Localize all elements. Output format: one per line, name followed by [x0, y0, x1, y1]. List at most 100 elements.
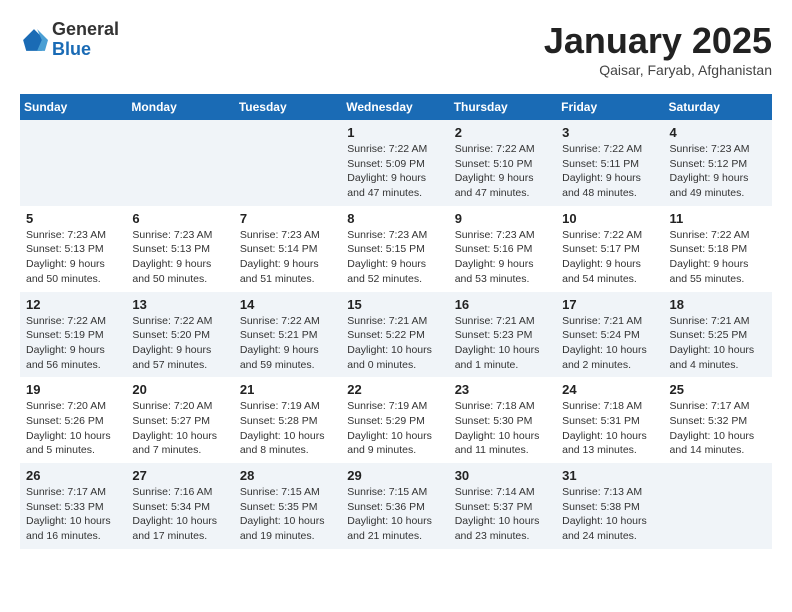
calendar-cell: 15 Sunrise: 7:21 AM Sunset: 5:22 PM Dayli…: [342, 292, 449, 378]
calendar-cell: 28 Sunrise: 7:15 AM Sunset: 5:35 PM Dayli…: [235, 463, 342, 549]
calendar-cell: [665, 463, 772, 549]
calendar-cell: 16 Sunrise: 7:21 AM Sunset: 5:23 PM Dayli…: [450, 292, 557, 378]
calendar-cell: 19Sunrise: 7:20 AM Sunset: 5:26 PM Dayli…: [20, 377, 127, 463]
day-info: Sunrise: 7:22 AM Sunset: 5:17 PM Dayligh…: [562, 228, 659, 287]
day-number: 21: [240, 382, 337, 397]
calendar-table: SundayMondayTuesdayWednesdayThursdayFrid…: [20, 94, 772, 549]
day-info: Sunrise: 7:22 AM Sunset: 5:18 PM Dayligh…: [670, 228, 767, 287]
calendar-cell: 23 Sunrise: 7:18 AM Sunset: 5:30 PM Dayli…: [450, 377, 557, 463]
weekday-header-sunday: Sunday: [20, 94, 127, 120]
logo: General Blue: [20, 20, 119, 60]
day-info: Sunrise: 7:23 AM Sunset: 5:13 PM Dayligh…: [132, 228, 229, 287]
day-info: Sunrise: 7:19 AM Sunset: 5:29 PM Dayligh…: [347, 399, 444, 458]
calendar-cell: 7Sunrise: 7:23 AM Sunset: 5:14 PM Daylig…: [235, 206, 342, 292]
weekday-header-wednesday: Wednesday: [342, 94, 449, 120]
page-header: General Blue January 2025 Qaisar, Faryab…: [20, 20, 772, 78]
calendar-cell: 27Sunrise: 7:16 AM Sunset: 5:34 PM Dayli…: [127, 463, 234, 549]
calendar-cell: 14 Sunrise: 7:22 AM Sunset: 5:21 PM Dayli…: [235, 292, 342, 378]
weekday-header-friday: Friday: [557, 94, 664, 120]
calendar-cell: [235, 120, 342, 206]
day-number: 6: [132, 211, 229, 226]
day-info: Sunrise: 7:22 AM Sunset: 5:19 PM Dayligh…: [26, 314, 122, 373]
day-number: 9: [455, 211, 552, 226]
day-number: 14: [240, 297, 337, 312]
weekday-header-thursday: Thursday: [450, 94, 557, 120]
calendar-cell: 20 Sunrise: 7:20 AM Sunset: 5:27 PM Dayli…: [127, 377, 234, 463]
calendar-cell: 2 Sunrise: 7:22 AM Sunset: 5:10 PM Daylig…: [450, 120, 557, 206]
day-info: Sunrise: 7:19 AM Sunset: 5:28 PM Dayligh…: [240, 399, 337, 458]
day-number: 28: [240, 468, 337, 483]
calendar-cell: 25 Sunrise: 7:17 AM Sunset: 5:32 PM Dayli…: [665, 377, 772, 463]
day-info: Sunrise: 7:21 AM Sunset: 5:25 PM Dayligh…: [670, 314, 767, 373]
calendar-cell: 9 Sunrise: 7:23 AM Sunset: 5:16 PM Daylig…: [450, 206, 557, 292]
day-info: Sunrise: 7:21 AM Sunset: 5:23 PM Dayligh…: [455, 314, 552, 373]
day-info: Sunrise: 7:23 AM Sunset: 5:13 PM Dayligh…: [26, 228, 122, 287]
day-info: Sunrise: 7:20 AM Sunset: 5:27 PM Dayligh…: [132, 399, 229, 458]
day-info: Sunrise: 7:20 AM Sunset: 5:26 PM Dayligh…: [26, 399, 122, 458]
day-number: 15: [347, 297, 444, 312]
calendar-cell: 18Sunrise: 7:21 AM Sunset: 5:25 PM Dayli…: [665, 292, 772, 378]
day-number: 29: [347, 468, 444, 483]
day-number: 16: [455, 297, 552, 312]
day-info: Sunrise: 7:22 AM Sunset: 5:20 PM Dayligh…: [132, 314, 229, 373]
calendar-cell: 5 Sunrise: 7:23 AM Sunset: 5:13 PM Daylig…: [20, 206, 127, 292]
calendar-week-row: 12 Sunrise: 7:22 AM Sunset: 5:19 PM Dayli…: [20, 292, 772, 378]
day-info: Sunrise: 7:15 AM Sunset: 5:35 PM Dayligh…: [240, 485, 337, 544]
day-info: Sunrise: 7:18 AM Sunset: 5:31 PM Dayligh…: [562, 399, 659, 458]
day-info: Sunrise: 7:13 AM Sunset: 5:38 PM Dayligh…: [562, 485, 659, 544]
day-number: 10: [562, 211, 659, 226]
calendar-cell: 24Sunrise: 7:18 AM Sunset: 5:31 PM Dayli…: [557, 377, 664, 463]
calendar-cell: 11Sunrise: 7:22 AM Sunset: 5:18 PM Dayli…: [665, 206, 772, 292]
day-info: Sunrise: 7:21 AM Sunset: 5:22 PM Dayligh…: [347, 314, 444, 373]
calendar-cell: 21 Sunrise: 7:19 AM Sunset: 5:28 PM Dayli…: [235, 377, 342, 463]
day-number: 1: [347, 125, 444, 140]
calendar-cell: 3 Sunrise: 7:22 AM Sunset: 5:11 PM Daylig…: [557, 120, 664, 206]
weekday-header-saturday: Saturday: [665, 94, 772, 120]
day-info: Sunrise: 7:22 AM Sunset: 5:10 PM Dayligh…: [455, 142, 552, 201]
calendar-cell: 1 Sunrise: 7:22 AM Sunset: 5:09 PM Daylig…: [342, 120, 449, 206]
day-info: Sunrise: 7:14 AM Sunset: 5:37 PM Dayligh…: [455, 485, 552, 544]
day-number: 5: [26, 211, 122, 226]
day-number: 31: [562, 468, 659, 483]
calendar-cell: 22 Sunrise: 7:19 AM Sunset: 5:29 PM Dayli…: [342, 377, 449, 463]
day-number: 26: [26, 468, 122, 483]
calendar-cell: 26 Sunrise: 7:17 AM Sunset: 5:33 PM Dayli…: [20, 463, 127, 549]
day-number: 23: [455, 382, 552, 397]
day-info: Sunrise: 7:23 AM Sunset: 5:16 PM Dayligh…: [455, 228, 552, 287]
day-info: Sunrise: 7:22 AM Sunset: 5:21 PM Dayligh…: [240, 314, 337, 373]
calendar-cell: 31 Sunrise: 7:13 AM Sunset: 5:38 PM Dayli…: [557, 463, 664, 549]
day-info: Sunrise: 7:21 AM Sunset: 5:24 PM Dayligh…: [562, 314, 659, 373]
calendar-cell: [127, 120, 234, 206]
calendar-cell: 17 Sunrise: 7:21 AM Sunset: 5:24 PM Dayli…: [557, 292, 664, 378]
day-number: 3: [562, 125, 659, 140]
calendar-week-row: 1 Sunrise: 7:22 AM Sunset: 5:09 PM Daylig…: [20, 120, 772, 206]
day-number: 12: [26, 297, 122, 312]
day-info: Sunrise: 7:17 AM Sunset: 5:32 PM Dayligh…: [670, 399, 767, 458]
calendar-cell: 12 Sunrise: 7:22 AM Sunset: 5:19 PM Dayli…: [20, 292, 127, 378]
day-number: 17: [562, 297, 659, 312]
day-number: 25: [670, 382, 767, 397]
calendar-cell: 6 Sunrise: 7:23 AM Sunset: 5:13 PM Daylig…: [127, 206, 234, 292]
weekday-header-tuesday: Tuesday: [235, 94, 342, 120]
calendar-week-row: 26 Sunrise: 7:17 AM Sunset: 5:33 PM Dayli…: [20, 463, 772, 549]
calendar-cell: 8Sunrise: 7:23 AM Sunset: 5:15 PM Daylig…: [342, 206, 449, 292]
calendar-cell: 4Sunrise: 7:23 AM Sunset: 5:12 PM Daylig…: [665, 120, 772, 206]
weekday-header-row: SundayMondayTuesdayWednesdayThursdayFrid…: [20, 94, 772, 120]
day-info: Sunrise: 7:22 AM Sunset: 5:09 PM Dayligh…: [347, 142, 444, 201]
day-info: Sunrise: 7:17 AM Sunset: 5:33 PM Dayligh…: [26, 485, 122, 544]
day-info: Sunrise: 7:23 AM Sunset: 5:12 PM Dayligh…: [670, 142, 767, 201]
logo-text: General Blue: [52, 20, 119, 60]
day-number: 20: [132, 382, 229, 397]
month-title: January 2025: [544, 20, 772, 62]
calendar-cell: [20, 120, 127, 206]
day-info: Sunrise: 7:15 AM Sunset: 5:36 PM Dayligh…: [347, 485, 444, 544]
day-number: 2: [455, 125, 552, 140]
calendar-cell: 10 Sunrise: 7:22 AM Sunset: 5:17 PM Dayli…: [557, 206, 664, 292]
day-number: 22: [347, 382, 444, 397]
day-number: 8: [347, 211, 444, 226]
day-number: 7: [240, 211, 337, 226]
day-info: Sunrise: 7:18 AM Sunset: 5:30 PM Dayligh…: [455, 399, 552, 458]
day-number: 27: [132, 468, 229, 483]
day-info: Sunrise: 7:22 AM Sunset: 5:11 PM Dayligh…: [562, 142, 659, 201]
calendar-cell: 29 Sunrise: 7:15 AM Sunset: 5:36 PM Dayli…: [342, 463, 449, 549]
